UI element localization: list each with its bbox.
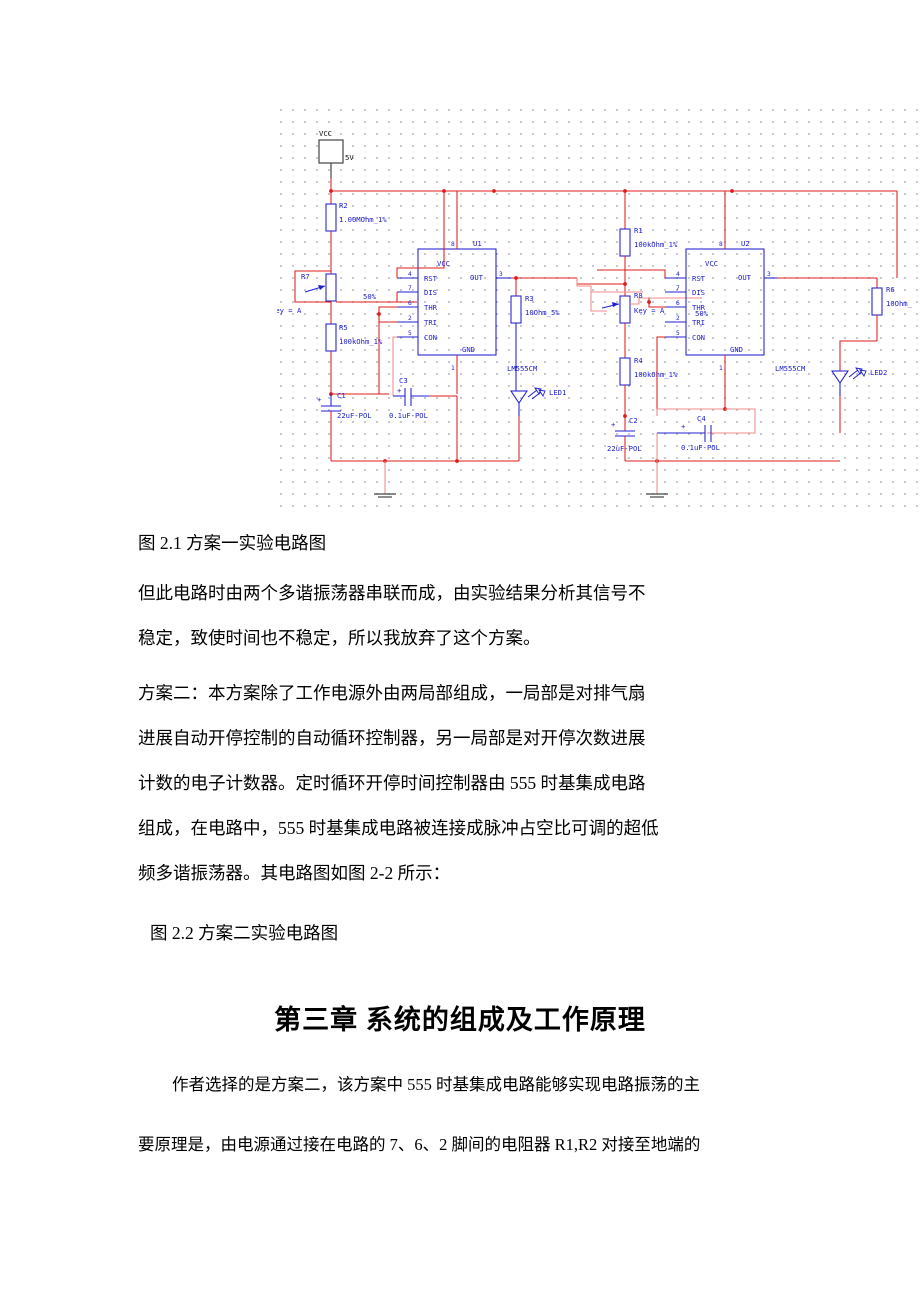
ground-symbol-left	[374, 461, 396, 498]
resistor-r6	[871, 278, 883, 341]
u1-ref-label: U1	[473, 239, 482, 248]
r6-ref-label: R6	[886, 285, 895, 294]
u2-pin3-number: 3	[767, 271, 771, 278]
resistor-r2	[325, 191, 337, 274]
u2-pin8-number: 8	[719, 241, 723, 248]
u1-pin6-number: 6	[408, 300, 412, 307]
led2-label: LED2	[870, 368, 887, 377]
r5-value-label: 100kOhm_1%	[339, 337, 383, 346]
u2-out-pinlabel: OUT	[738, 273, 752, 282]
u2-ref-label: U2	[741, 239, 750, 248]
u2-vcc-pinlabel: VCC	[705, 259, 718, 268]
r2-ref-label: R2	[339, 201, 348, 210]
paragraph-line-3: 方案二：本方案除了工作电源外由两局部组成，一局部是对排气扇	[138, 683, 646, 703]
u1-gnd-pinlabel: GND	[462, 345, 475, 354]
r1-value-label: 100kOhm_1%	[634, 240, 678, 249]
vcc-value-label: 5V	[345, 153, 354, 162]
capacitor-c3	[393, 388, 457, 406]
r7-ref-label: R7	[301, 272, 310, 281]
u2-pin6-number: 6	[676, 300, 680, 307]
u1-part-label: LM555CM	[507, 364, 538, 373]
u2-part-label: LM555CM	[775, 364, 806, 373]
c4-ref-label: C4	[697, 414, 706, 423]
u2-rst-pinlabel: RST	[692, 274, 706, 283]
r5-ref-label: R5	[339, 323, 348, 332]
paragraph-line-1: 但此电路时由两个多谐振荡器串联而成，由实验结果分析其信号不	[138, 583, 646, 603]
r4-value-label: 100kOhm_1%	[634, 370, 678, 379]
r1-ref-label: R1	[634, 226, 643, 235]
r3-value-label: 10Ohm_5%	[525, 308, 560, 317]
u2-pin1-number: 1	[719, 365, 723, 372]
c4-value-label: 0.1uF-POL	[681, 443, 720, 452]
r7-wiper-label: 50%	[363, 292, 377, 301]
r7-key-label: Key = A	[277, 306, 302, 315]
r2-value-label: 1.00MOhm_1%	[339, 215, 387, 224]
paragraph-line-2: 稳定，致使时间也不稳定，所以我放弃了这个方案。	[138, 628, 541, 648]
ground-symbol-right	[646, 461, 668, 498]
u2-pin7-number: 7	[676, 285, 680, 292]
closing-paragraph-line-2: 要原理是，由电源通过接在电路的 7、6、2 脚间的电阻器 R1,R2 对接至地端…	[138, 1135, 701, 1154]
u2-pin5-number: 5	[676, 330, 680, 337]
figure-2-1-caption: 图 2.1 方案一实验电路图	[138, 533, 327, 553]
c3-ref-label: C3	[399, 376, 408, 385]
u1-pin8-number: 8	[451, 241, 455, 248]
u2-tri-pinlabel: TRI	[692, 318, 705, 327]
led2-symbol	[831, 367, 867, 396]
c1-ref-label: C1	[337, 391, 346, 400]
u2-thr-pinlabel: THR	[692, 303, 706, 312]
circuit-schematic-figure: VCC 5V R2 1.00MOhm_1% R7 ey = A 50% R5 1…	[277, 106, 920, 510]
u2-pin2-number: 2	[676, 315, 680, 322]
capacitor-c1	[321, 394, 341, 461]
document-page: VCC 5V R2 1.00MOhm_1% R7 ey = A 50% R5 1…	[0, 0, 920, 1302]
u1-con-pinlabel: CON	[424, 333, 437, 342]
c4-polarity-label: +	[681, 422, 686, 431]
u2-dis-pinlabel: DIS	[692, 288, 705, 297]
resistor-r5	[325, 323, 337, 394]
u1-thr-pinlabel: THR	[424, 303, 438, 312]
u1-out-pinlabel: OUT	[470, 273, 484, 282]
u1-pin7-number: 7	[408, 285, 412, 292]
paragraph-line-5: 计数的电子计数器。定时循环开停时间控制器由 555 时基集成电路	[138, 773, 646, 793]
c2-polarity-label: +	[611, 420, 616, 429]
u1-pin1-number: 1	[451, 365, 455, 372]
c3-value-label: 0.1uF-POL	[389, 411, 428, 420]
figure-2-2-caption: 图 2.2 方案二实验电路图	[150, 923, 339, 943]
r3-ref-label: R3	[525, 294, 534, 303]
u2-pin4-number: 4	[676, 271, 680, 278]
c2-value-label: 22uF-POL	[607, 444, 642, 453]
u1-dis-pinlabel: DIS	[424, 288, 437, 297]
c3-polarity-label: +	[397, 386, 402, 395]
led1-symbol	[510, 387, 546, 416]
u1-tri-pinlabel: TRI	[424, 318, 437, 327]
c1-polarity-label: +	[317, 395, 322, 404]
capacitor-c4	[656, 389, 756, 442]
u1-vcc-pinlabel: VCC	[437, 259, 450, 268]
led1-label: LED1	[549, 388, 566, 397]
u2-con-pinlabel: CON	[692, 333, 705, 342]
u1-pin5-number: 5	[408, 330, 412, 337]
potentiometer-r8	[601, 284, 702, 358]
u1-pin2-number: 2	[408, 315, 412, 322]
paragraph-line-7: 频多谐振荡器。其电路图如图 2-2 所示：	[138, 863, 451, 883]
c2-ref-label: C2	[629, 416, 638, 425]
u1-rst-pinlabel: RST	[424, 274, 438, 283]
u2-gnd-pinlabel: GND	[730, 345, 743, 354]
r4-ref-label: R4	[634, 356, 643, 365]
u1-pin4-number: 4	[408, 271, 412, 278]
c1-value-label: 22uF-POL	[337, 411, 372, 420]
vcc-source-symbol	[318, 139, 344, 178]
u1-pin3-number: 3	[499, 271, 503, 278]
paragraph-line-4: 进展自动开停控制的自动循环控制器，另一局部是对开停次数进展	[138, 728, 646, 748]
vcc-label: VCC	[319, 129, 332, 138]
paragraph-line-6: 组成，在电路中，555 时基集成电路被连接成脉冲占空比可调的超低	[138, 818, 659, 838]
resistor-r4	[619, 357, 631, 416]
closing-paragraph-line-1: 作者选择的是方案二，该方案中 555 时基集成电路能够实现电路振荡的主	[172, 1075, 700, 1094]
chapter-heading: 第三章 系统的组成及工作原理	[274, 1005, 646, 1035]
r6-value-label: 10Ohm_	[886, 299, 913, 308]
resistor-r3	[510, 278, 522, 391]
